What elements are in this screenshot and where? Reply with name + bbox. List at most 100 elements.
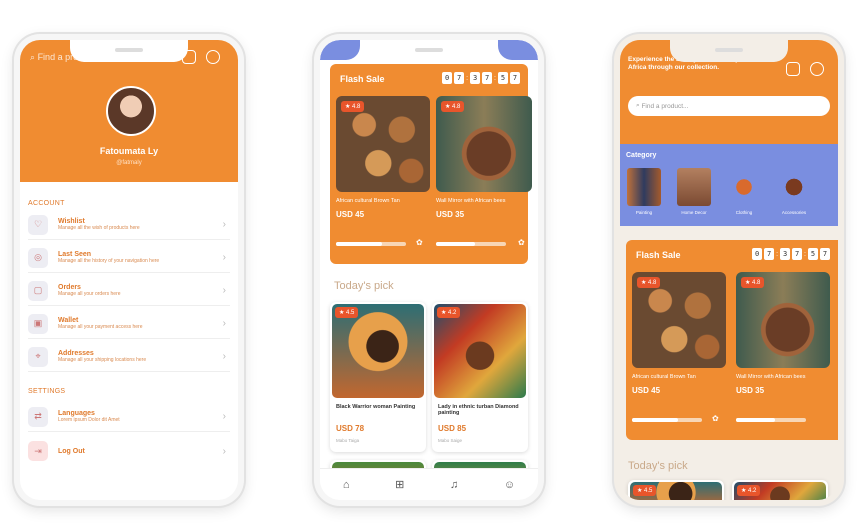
timer-digit: 7 bbox=[764, 248, 775, 260]
top-accent-right bbox=[498, 40, 538, 60]
item-label: Log Out bbox=[58, 447, 85, 455]
pick-card[interactable]: ★ 4.5 bbox=[628, 480, 724, 500]
item-desc: Manage all your payment access here bbox=[58, 324, 143, 330]
todays-pick-title: Today's pick bbox=[334, 280, 394, 292]
item-label: Wishlist bbox=[58, 218, 85, 225]
menu-item-addresses[interactable]: ⌖ Addresses Manage all your shipping loca… bbox=[28, 342, 230, 372]
chevron-right-icon: › bbox=[222, 351, 226, 362]
stock-progress-bar bbox=[632, 418, 702, 422]
category-clothing[interactable]: Clothing bbox=[724, 168, 764, 220]
rating-badge: ★ 4.5 bbox=[335, 307, 359, 318]
rating-badge: ★ 4.8 bbox=[341, 101, 365, 112]
timer-digit: 0 bbox=[442, 72, 453, 84]
bag-icon: ▢ bbox=[28, 280, 48, 301]
search-input[interactable]: ⌕ Find a product... bbox=[628, 96, 830, 116]
avatar[interactable] bbox=[106, 86, 156, 136]
eye-icon: ◎ bbox=[28, 247, 48, 268]
phone-profile: ⌕ Find a product... Fatoumata Ly @fatmal… bbox=[14, 34, 244, 506]
stock-progress-bar bbox=[436, 242, 506, 246]
timer-digit: 7 bbox=[454, 72, 465, 84]
product-image-baskets[interactable]: ★ 4.8 bbox=[336, 96, 430, 192]
menu-item-languages[interactable]: ⇄ Languages Lorem ipsum Dolor dit Amet › bbox=[28, 402, 230, 432]
rating-badge: ★ 4.8 bbox=[637, 277, 661, 288]
category-label: Painting bbox=[635, 210, 653, 215]
progress-fill bbox=[736, 418, 775, 422]
stock-progress-bar bbox=[336, 242, 406, 246]
fire-icon: ✿ bbox=[712, 414, 719, 423]
menu-item-logout[interactable]: ⇥ Log Out › bbox=[28, 436, 230, 466]
timer-digit: 7 bbox=[482, 72, 493, 84]
category-label: Accessories bbox=[781, 210, 807, 215]
cart-icon[interactable] bbox=[786, 62, 800, 76]
timer-digit: 7 bbox=[820, 248, 830, 260]
discover-screen: Experience the beauty and diversity of A… bbox=[620, 40, 838, 500]
rating-badge: ★ 4.8 bbox=[741, 277, 765, 288]
category-accessories[interactable]: Accessories bbox=[774, 168, 814, 220]
item-label: Addresses bbox=[58, 350, 94, 357]
product-price: USD 35 bbox=[436, 210, 465, 219]
timer-digit: 3 bbox=[470, 72, 481, 84]
pick-price: USD 85 bbox=[438, 424, 467, 433]
user-icon[interactable]: ☺ bbox=[504, 479, 515, 491]
progress-fill bbox=[336, 242, 382, 246]
pick-image bbox=[434, 304, 526, 398]
menu-item-wallet[interactable]: ▣ Wallet Manage all your payment access h… bbox=[28, 309, 230, 339]
speaker bbox=[115, 48, 143, 52]
chevron-right-icon: › bbox=[222, 252, 226, 263]
home-icon[interactable]: ⌂ bbox=[343, 479, 350, 491]
timer-digit: 0 bbox=[752, 248, 763, 260]
pick-card[interactable]: ★ 4.5 Black Warrior woman Painting USD 7… bbox=[330, 302, 426, 452]
grid-icon[interactable]: ⊞ bbox=[395, 478, 404, 491]
product-name: Wall Mirror with African bees bbox=[736, 374, 806, 380]
rating-badge: ★ 4.8 bbox=[441, 101, 465, 112]
user-handle: @fatmaly bbox=[116, 160, 142, 166]
profile-screen: ⌕ Find a product... Fatoumata Ly @fatmal… bbox=[20, 40, 238, 500]
flash-sale-title: Flash Sale bbox=[340, 74, 385, 84]
speaker bbox=[415, 48, 443, 52]
pick-card[interactable]: ★ 4.2 Lady in ethnic turban Diamond pain… bbox=[432, 302, 528, 452]
item-desc: Manage all your shipping locations here bbox=[58, 357, 147, 363]
chevron-right-icon: › bbox=[222, 318, 226, 329]
menu-item-wishlist[interactable]: ♡ Wishlist Manage all the wish of product… bbox=[28, 210, 230, 240]
item-label: Wallet bbox=[58, 317, 79, 324]
chevron-right-icon: › bbox=[222, 219, 226, 230]
section-account: ACCOUNT bbox=[28, 200, 65, 207]
search-placeholder: Find a product... bbox=[641, 102, 689, 110]
timer-digit: 5 bbox=[498, 72, 508, 84]
speaker bbox=[715, 48, 743, 52]
pick-name: Black Warrior woman Painting bbox=[336, 404, 416, 410]
menu-item-orders[interactable]: ▢ Orders Manage all your orders here › bbox=[28, 276, 230, 306]
countdown-timer: 07: 37: 57 bbox=[752, 248, 830, 260]
chat-icon[interactable] bbox=[810, 62, 824, 76]
timer-digit: 5 bbox=[808, 248, 818, 260]
rating-badge: ★ 4.2 bbox=[737, 485, 761, 496]
pick-creator: Mabo Taiga bbox=[336, 438, 360, 443]
product-image-mirror[interactable]: ★ 4.8 bbox=[736, 272, 830, 368]
bottom-tab-bar: ⌂ ⊞ ♫ ☺ bbox=[320, 468, 538, 500]
fire-icon: ✿ bbox=[518, 238, 525, 247]
bell-icon[interactable]: ♫ bbox=[450, 479, 458, 491]
menu-item-last-seen[interactable]: ◎ Last Seen Manage all the history of you… bbox=[28, 243, 230, 273]
category-section: Category Painting Home Decor Clothing Ac… bbox=[620, 144, 838, 226]
logout-icon: ⇥ bbox=[28, 441, 48, 461]
chat-icon[interactable] bbox=[206, 50, 220, 64]
product-name: Wall Mirror with African bees bbox=[436, 198, 506, 204]
category-label: Home Decor bbox=[681, 210, 707, 215]
item-desc: Manage all your orders here bbox=[58, 291, 121, 297]
rating-badge: ★ 4.2 bbox=[437, 307, 461, 318]
category-painting[interactable]: Painting bbox=[624, 168, 664, 220]
pick-card[interactable]: ★ 4.2 bbox=[732, 480, 828, 500]
flash-sale-card: Flash Sale 07: 37: 57 ★ 4.8 ★ 4.8 Africa… bbox=[330, 64, 532, 264]
item-label: Languages bbox=[58, 410, 95, 417]
todays-pick-title: Today's pick bbox=[628, 460, 688, 472]
chevron-right-icon: › bbox=[222, 445, 226, 457]
home-screen: Flash Sale 07: 37: 57 ★ 4.8 ★ 4.8 Africa… bbox=[320, 40, 538, 500]
countdown-timer: 07: 37: 57 bbox=[442, 72, 520, 84]
product-image-mirror[interactable]: ★ 4.8 bbox=[436, 96, 532, 192]
item-label: Orders bbox=[58, 284, 81, 291]
product-image-baskets[interactable]: ★ 4.8 bbox=[632, 272, 726, 368]
rating-badge: ★ 4.5 bbox=[633, 485, 657, 496]
timer-digit: 7 bbox=[510, 72, 520, 84]
category-home-decor[interactable]: Home Decor bbox=[674, 168, 714, 220]
product-price: USD 45 bbox=[632, 386, 661, 395]
